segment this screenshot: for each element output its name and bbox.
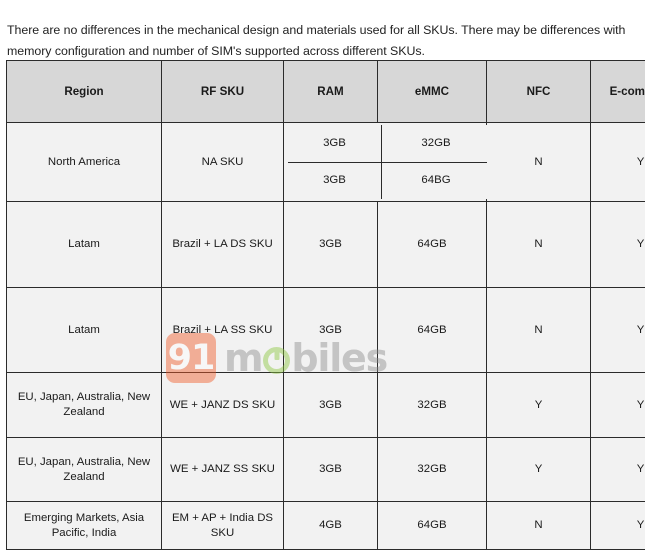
cell-rf-sku: WE + JANZ SS SKU (161, 437, 284, 502)
cell-rf-sku: WE + JANZ DS SKU (161, 372, 284, 438)
cell-ecompass: Y (590, 372, 645, 438)
table-header-row: Region RF SKU RAM eMMC NFC E-compass (6, 60, 645, 123)
cell-emmc: 64GB (377, 201, 487, 288)
split-row-bottom: 3GB 64BG (288, 162, 490, 199)
cell-emmc: 64GB (377, 287, 487, 373)
cell-emmc: 32GB (377, 437, 487, 502)
cell-rf-sku: EM + AP + India DS SKU (161, 501, 284, 550)
cell-region: EU, Japan, Australia, New Zealand (6, 437, 162, 502)
cell-nfc: N (486, 122, 591, 202)
cell-ram: 3GB (283, 287, 378, 373)
cell-nfc: N (486, 287, 591, 373)
cell-ecompass: Y (590, 437, 645, 502)
cell-ecompass: Y (590, 122, 645, 202)
cell-region: EU, Japan, Australia, New Zealand (6, 372, 162, 438)
cell-region: Latam (6, 287, 162, 373)
cell-nfc: N (486, 201, 591, 288)
split-subtable: 3GB 32GB 3GB 64BG (288, 125, 490, 199)
cell-ram: 4GB (283, 501, 378, 550)
cell-rf-sku: Brazil + LA SS SKU (161, 287, 284, 373)
cell-region: Emerging Markets, Asia Pacific, India (6, 501, 162, 550)
cell-nfc: Y (486, 372, 591, 438)
table-body: North America NA SKU 3GB 32GB 3GB 64BG N… (6, 122, 645, 550)
cell-ram-variant-2: 3GB (288, 162, 382, 199)
cell-rf-sku: NA SKU (161, 122, 284, 202)
cell-nfc: Y (486, 437, 591, 502)
sku-table-container: Region RF SKU RAM eMMC NFC E-compass Nor… (6, 60, 645, 550)
column-header-region: Region (6, 60, 162, 123)
column-header-emmc: eMMC (377, 60, 487, 123)
table-row: North America NA SKU 3GB 32GB 3GB 64BG N… (6, 122, 645, 202)
intro-paragraph: There are no differences in the mechanic… (7, 23, 626, 59)
column-header-ram: RAM (283, 60, 378, 123)
column-header-ecompass: E-compass (590, 60, 645, 123)
table-row: Latam Brazil + LA SS SKU 3GB 64GB N Y (6, 287, 645, 373)
cell-emmc: 64GB (377, 501, 487, 550)
table-row: Emerging Markets, Asia Pacific, India EM… (6, 501, 645, 550)
cell-ram: 3GB (283, 372, 378, 438)
cell-ram-emmc-split: 3GB 32GB 3GB 64BG (283, 122, 490, 202)
cell-ecompass: Y (590, 501, 645, 550)
cell-ram-variant-1: 3GB (288, 125, 382, 163)
table-header: Region RF SKU RAM eMMC NFC E-compass (6, 60, 645, 123)
table-row: Latam Brazil + LA DS SKU 3GB 64GB N Y (6, 201, 645, 288)
cell-emmc: 32GB (377, 372, 487, 438)
column-header-nfc: NFC (486, 60, 591, 123)
cell-ram: 3GB (283, 437, 378, 502)
split-row-top: 3GB 32GB (288, 125, 490, 163)
sku-table: Region RF SKU RAM eMMC NFC E-compass Nor… (6, 60, 645, 550)
cell-region: Latam (6, 201, 162, 288)
table-row: EU, Japan, Australia, New Zealand WE + J… (6, 372, 645, 438)
cell-nfc: N (486, 501, 591, 550)
cell-region: North America (6, 122, 162, 202)
cell-emmc-variant-2: 64BG (381, 162, 490, 199)
column-header-rf-sku: RF SKU (161, 60, 284, 123)
cell-emmc-variant-1: 32GB (381, 125, 490, 163)
cell-ecompass: Y (590, 287, 645, 373)
cell-ram: 3GB (283, 201, 378, 288)
cell-rf-sku: Brazil + LA DS SKU (161, 201, 284, 288)
cell-ecompass: Y (590, 201, 645, 288)
table-row: EU, Japan, Australia, New Zealand WE + J… (6, 437, 645, 502)
